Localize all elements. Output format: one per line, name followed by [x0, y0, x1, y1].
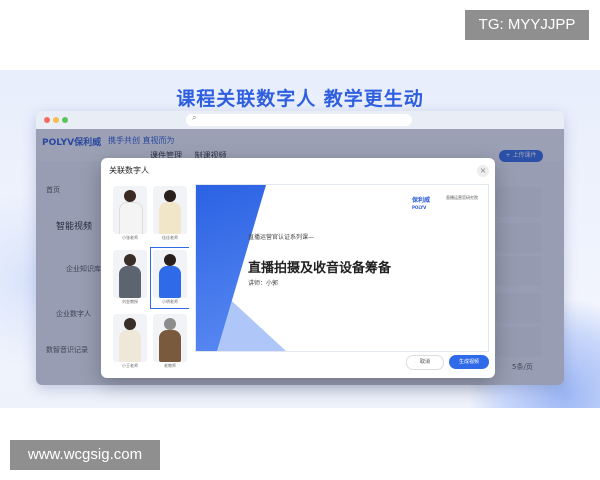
- watermark-top: TG: MYYJJPP: [465, 10, 589, 40]
- digital-human-option[interactable]: 小王老师: [111, 312, 149, 372]
- search-icon: ⌕: [192, 113, 197, 122]
- close-icon[interactable]: ×: [477, 165, 489, 177]
- cancel-button[interactable]: 取消: [406, 355, 444, 370]
- minimize-dot[interactable]: [53, 117, 59, 123]
- watermark-bottom: www.wcgsig.com: [10, 440, 160, 470]
- address-bar[interactable]: ⌕: [186, 113, 412, 126]
- maximize-dot[interactable]: [62, 117, 68, 123]
- dialog-title: 关联数字人: [109, 166, 149, 175]
- institute-logo: 直播运营官研究院: [446, 195, 478, 200]
- browser-chrome: ⌕: [36, 111, 564, 129]
- brand-logo: 保利威 POLYV: [412, 197, 431, 210]
- digital-human-option-selected[interactable]: 小明老师: [150, 247, 189, 309]
- series-label: 直播运营官认证系列课—: [248, 234, 315, 241]
- digital-human-option[interactable]: 佳佳老师: [151, 184, 189, 244]
- link-digital-human-dialog: 关联数字人 × 小张老师 佳佳老师 刘金教授 小明老师 小王老师 老教师 保利威…: [101, 158, 495, 378]
- close-dot[interactable]: [44, 117, 50, 123]
- teacher-label: 讲师：小郭: [248, 280, 279, 287]
- digital-human-option[interactable]: 老教师: [151, 312, 189, 372]
- digital-human-list: 小张老师 佳佳老师 刘金教授 小明老师 小王老师 老教师: [109, 182, 189, 372]
- generate-video-button[interactable]: 生成视频: [449, 355, 489, 369]
- course-title: 直播拍摄及收音设备筹备: [248, 261, 392, 276]
- courseware-preview: 保利威 POLYV 直播运营官研究院 直播运营官认证系列课— 直播拍摄及收音设备筹…: [195, 184, 489, 352]
- headline: 课程关联数字人 教学更生动: [176, 88, 424, 110]
- digital-human-option[interactable]: 小张老师: [111, 184, 149, 244]
- digital-human-option[interactable]: 刘金教授: [111, 248, 149, 308]
